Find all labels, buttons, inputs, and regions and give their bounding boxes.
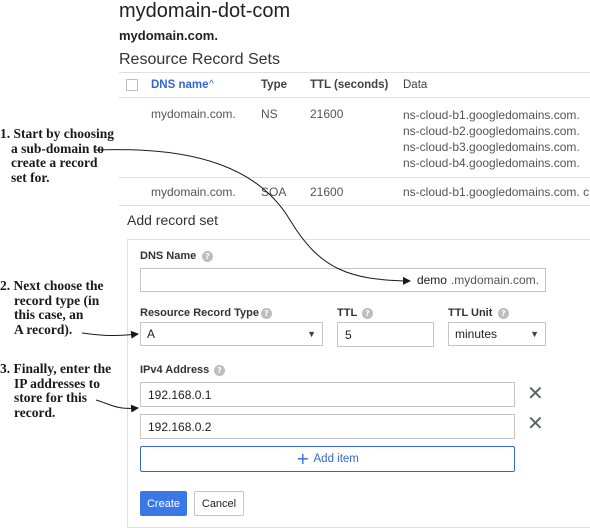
annotation-arrow-1	[95, 149, 411, 285]
annotation-arrow-3	[95, 399, 139, 413]
annotation-arrows	[81, 149, 411, 413]
annotation-arrow-2	[81, 330, 139, 339]
